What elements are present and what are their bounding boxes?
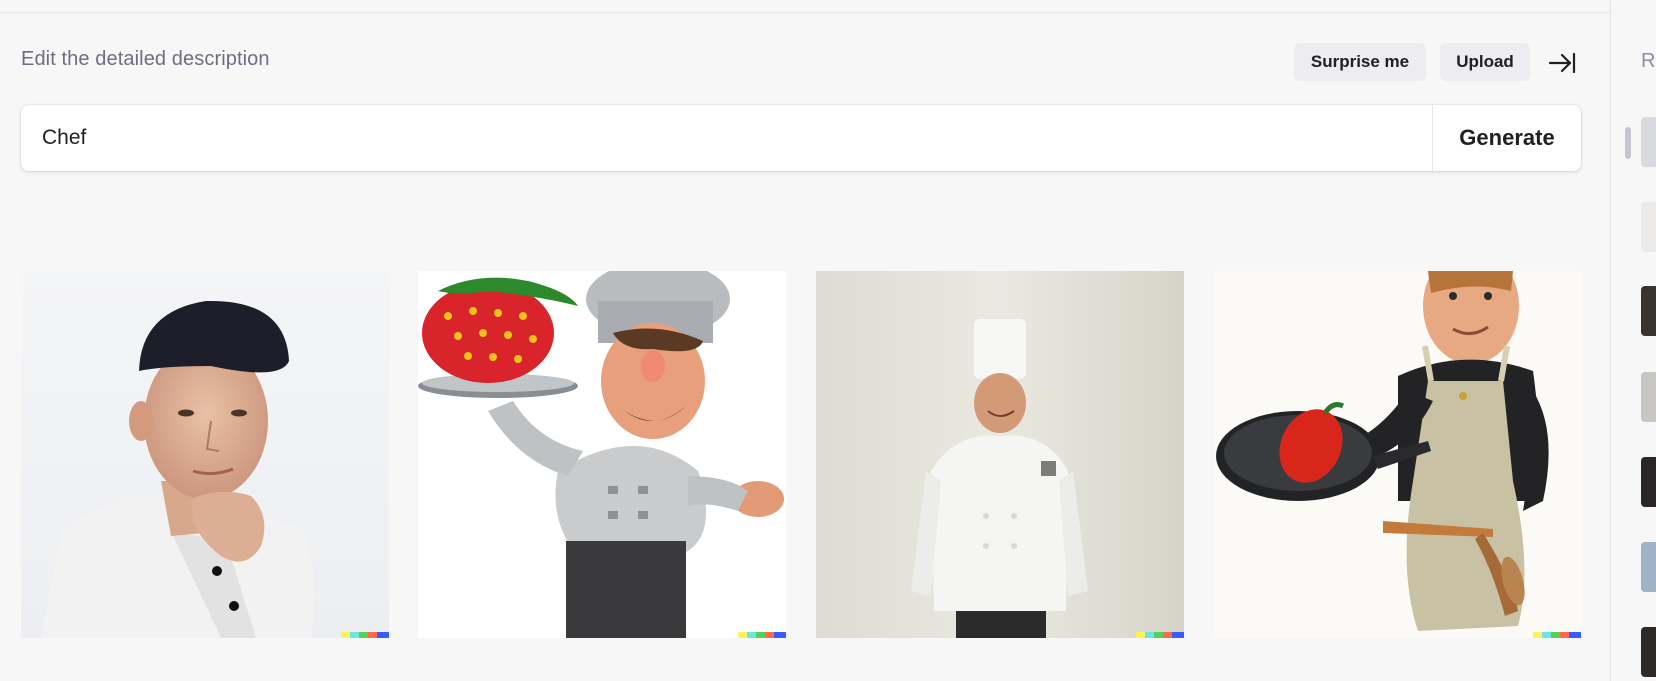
cartoon-chef-strawberry-image (418, 271, 786, 638)
history-thumbnail[interactable] (1641, 117, 1656, 167)
sidebar-scrollbar[interactable] (1625, 127, 1631, 159)
generate-button[interactable]: Generate (1432, 105, 1581, 171)
arrow-to-right-bar-icon (1548, 52, 1576, 74)
result-image-4[interactable] (1213, 271, 1581, 638)
main-panel: Edit the detailed description Surprise m… (0, 0, 1610, 681)
history-thumbnail[interactable] (1641, 542, 1656, 592)
result-image-2[interactable] (418, 271, 786, 638)
top-divider (0, 12, 1610, 13)
history-thumbnail[interactable] (1641, 372, 1656, 422)
sidebar-title: R (1641, 50, 1656, 72)
surprise-me-button[interactable]: Surprise me (1294, 43, 1426, 81)
history-thumbnail[interactable] (1641, 457, 1656, 507)
prompt-input[interactable] (21, 105, 1432, 171)
history-thumbnail[interactable] (1641, 627, 1656, 677)
chef-portrait-image (21, 271, 389, 638)
prompt-bar: Generate (21, 105, 1581, 171)
collapse-sidebar-button[interactable] (1546, 47, 1578, 79)
chef-white-hat-image (816, 271, 1184, 638)
history-thumbnail[interactable] (1641, 286, 1656, 336)
upload-button[interactable]: Upload (1440, 43, 1530, 81)
description-label: Edit the detailed description (21, 48, 270, 70)
results-grid (21, 271, 1581, 638)
history-thumbnail[interactable] (1641, 202, 1656, 252)
cartoon-chef-pan-image (1213, 271, 1581, 638)
result-image-3[interactable] (816, 271, 1184, 638)
history-sidebar: R (1610, 0, 1656, 681)
result-image-1[interactable] (21, 271, 389, 638)
